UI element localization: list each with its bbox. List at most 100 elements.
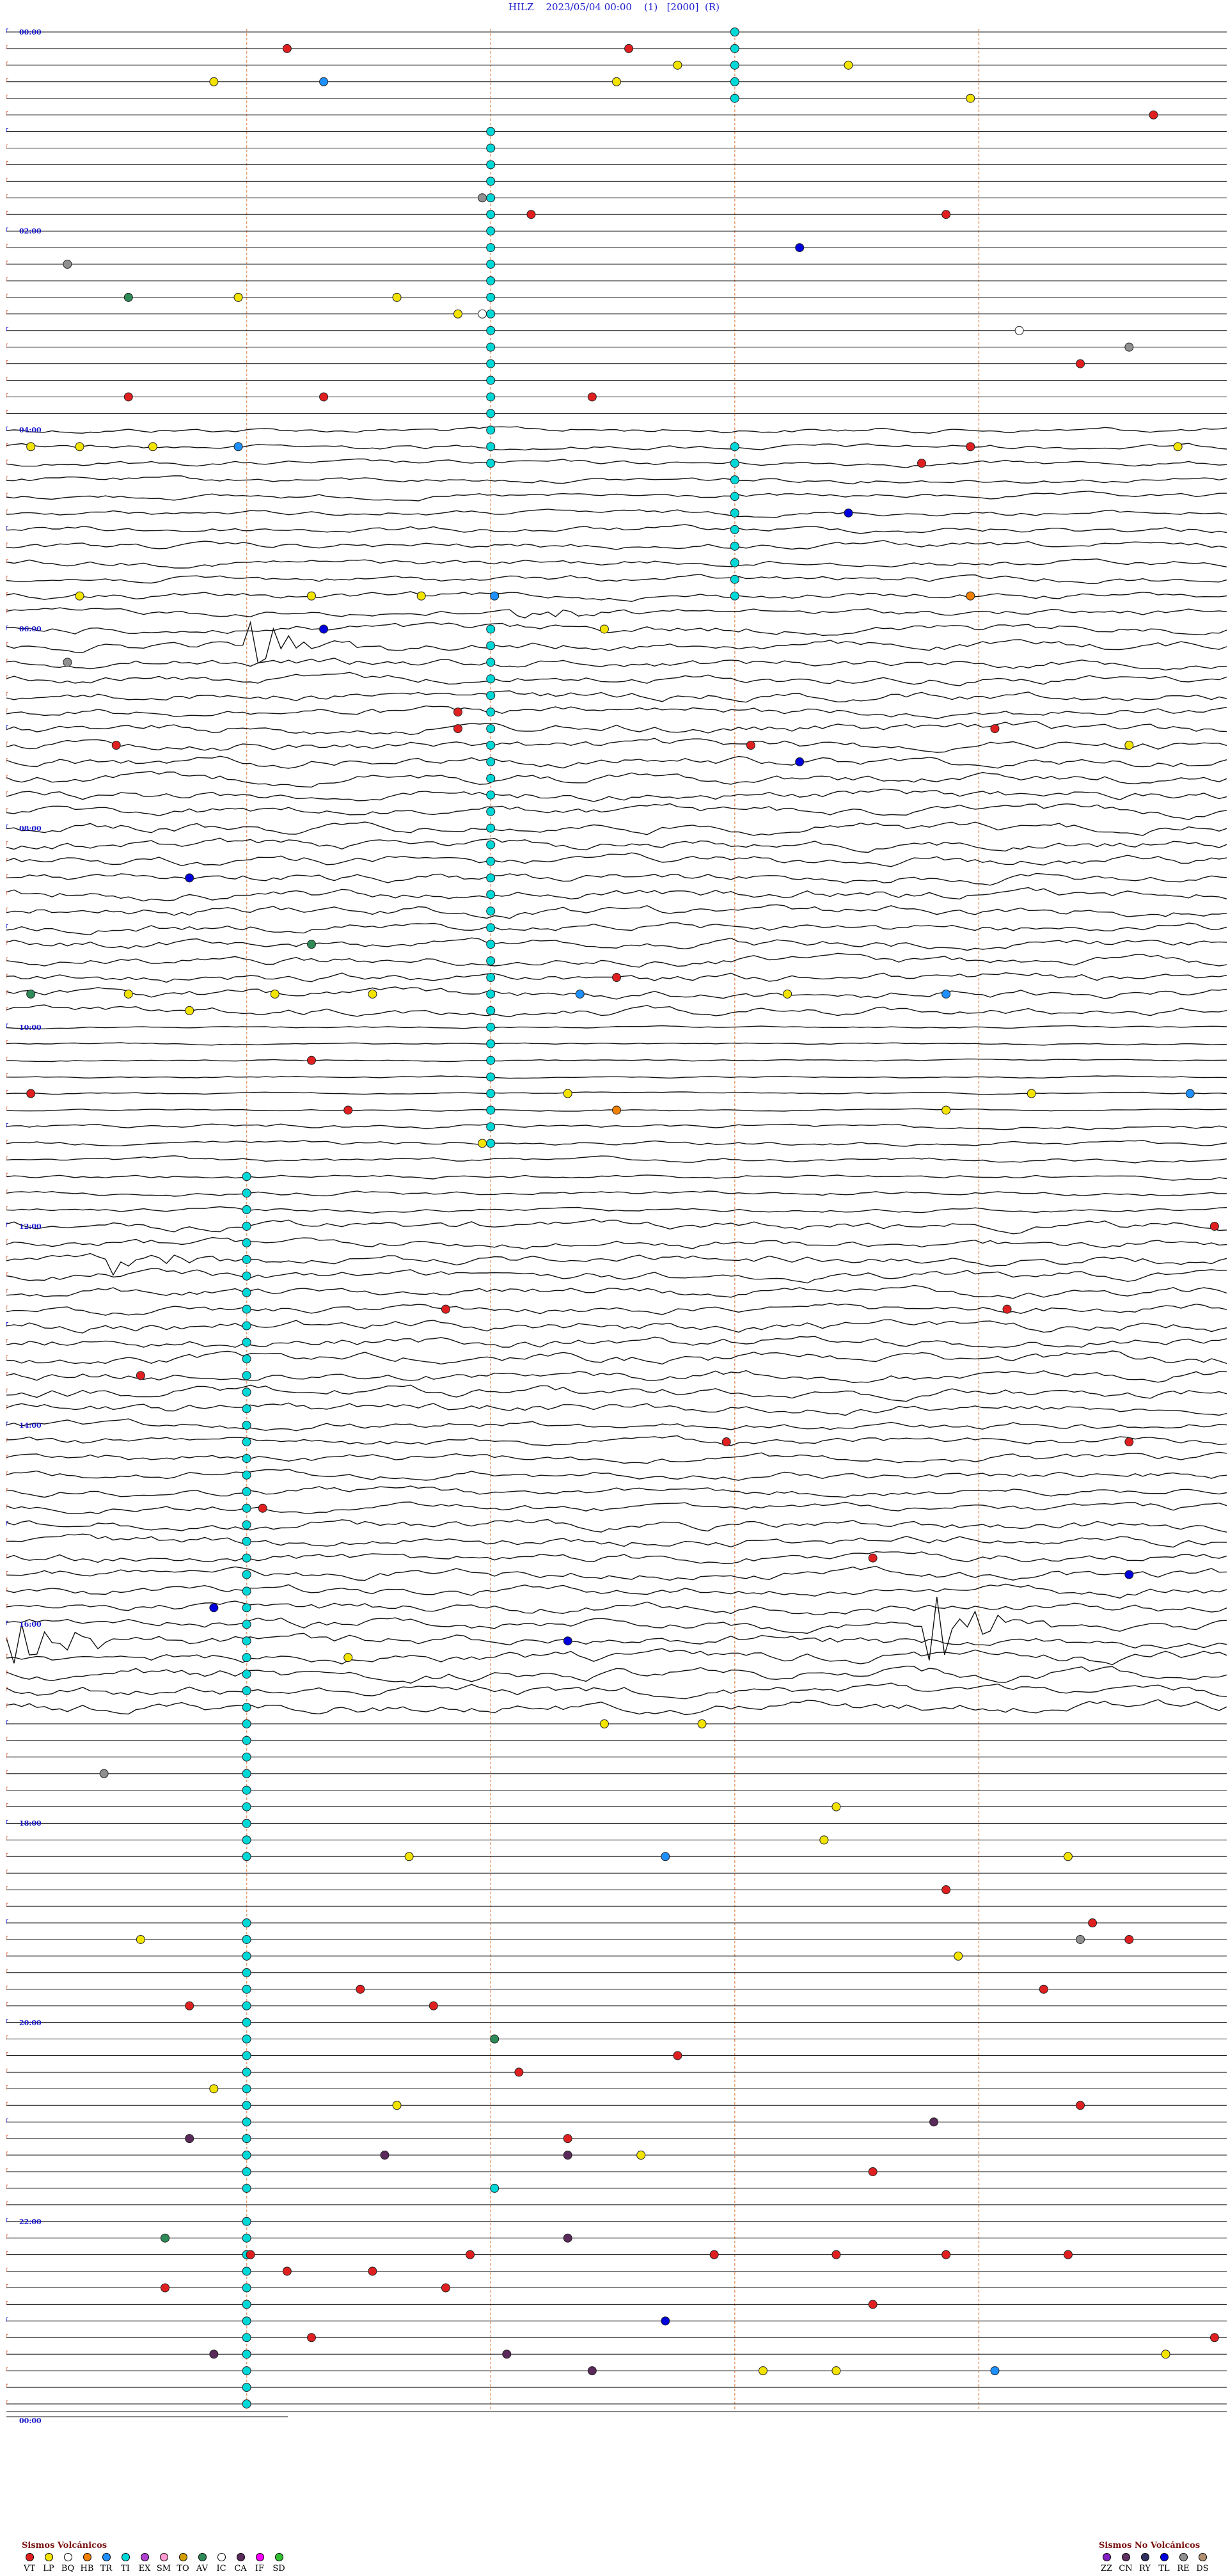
legend-dot bbox=[83, 2553, 91, 2561]
trace-line bbox=[6, 1042, 1227, 1046]
trace-line bbox=[6, 574, 1227, 585]
line-start-tick bbox=[6, 625, 8, 630]
event-marker-lp bbox=[819, 1835, 829, 1845]
event-marker-lp bbox=[758, 2366, 767, 2376]
line-start-tick bbox=[6, 559, 8, 564]
event-marker-ti bbox=[486, 740, 496, 750]
event-marker-ti bbox=[730, 492, 739, 502]
legend-code: VT bbox=[23, 2564, 36, 2573]
event-marker-av bbox=[161, 2233, 170, 2243]
trace-line bbox=[6, 620, 1227, 664]
trace-line bbox=[6, 821, 1227, 836]
legend-code: IC bbox=[216, 2564, 226, 2573]
event-marker-lp bbox=[148, 442, 157, 452]
event-marker-vt bbox=[1076, 359, 1085, 368]
event-marker-re bbox=[1076, 1934, 1085, 1944]
trace-line bbox=[6, 491, 1227, 502]
trace-line bbox=[6, 1501, 1227, 1515]
event-marker-ti bbox=[486, 127, 496, 136]
event-marker-vt bbox=[1076, 2101, 1085, 2110]
event-marker-vt bbox=[356, 1984, 365, 1994]
trace-line bbox=[6, 1665, 1227, 1684]
event-marker-ti bbox=[242, 2233, 251, 2243]
event-marker-ti bbox=[242, 1702, 251, 1712]
event-marker-lp bbox=[209, 2084, 219, 2094]
line-start-tick bbox=[6, 1388, 8, 1393]
trace-line bbox=[6, 558, 1227, 569]
event-marker-vt bbox=[1088, 1918, 1098, 1928]
trace-line bbox=[6, 852, 1227, 867]
event-marker-ti bbox=[486, 658, 496, 667]
event-marker-ti bbox=[242, 2266, 251, 2276]
event-marker-ti bbox=[486, 940, 496, 949]
event-marker-ti bbox=[242, 1653, 251, 1663]
legend-dot bbox=[1179, 2553, 1188, 2561]
event-marker-vt bbox=[466, 2250, 475, 2259]
event-marker-ti bbox=[242, 1968, 251, 1977]
event-marker-ti bbox=[486, 292, 496, 302]
event-marker-ti bbox=[242, 1620, 251, 1629]
event-marker-ti bbox=[730, 508, 739, 518]
event-marker-ti bbox=[242, 1951, 251, 1961]
trace-line bbox=[6, 755, 1227, 769]
legend-dot bbox=[255, 2553, 264, 2561]
event-marker-ti bbox=[486, 973, 496, 983]
event-marker-ti bbox=[242, 1769, 251, 1778]
event-marker-vt bbox=[368, 2266, 377, 2276]
event-marker-ti bbox=[486, 1055, 496, 1065]
trace-line bbox=[6, 1075, 1227, 1079]
line-start-tick bbox=[6, 841, 8, 846]
hour-label: 00:00 bbox=[19, 2416, 42, 2425]
event-marker-vt bbox=[721, 1437, 731, 1447]
event-marker-vt bbox=[990, 724, 1000, 734]
trace-line bbox=[6, 1402, 1227, 1416]
event-marker-tr bbox=[233, 442, 243, 452]
event-marker-hb bbox=[612, 1105, 621, 1115]
event-marker-ti bbox=[242, 1354, 251, 1364]
line-start-tick bbox=[6, 691, 8, 697]
trace-line bbox=[6, 1624, 1227, 1664]
legend-dot bbox=[1121, 2553, 1130, 2561]
event-marker-ti bbox=[242, 2300, 251, 2309]
event-marker-ti bbox=[730, 43, 739, 53]
event-marker-vt bbox=[307, 2333, 316, 2343]
line-start-tick bbox=[6, 1289, 8, 1293]
event-marker-ti bbox=[242, 1503, 251, 1513]
legend-code: AV bbox=[196, 2564, 209, 2573]
event-marker-re bbox=[99, 1769, 109, 1778]
legend-dot bbox=[1140, 2553, 1149, 2561]
legend-code: EX bbox=[138, 2564, 151, 2573]
event-marker-ca bbox=[502, 2350, 512, 2359]
event-marker-lp bbox=[599, 624, 609, 634]
trace-line bbox=[6, 443, 1227, 451]
trace-line bbox=[6, 591, 1227, 603]
event-marker-lp bbox=[270, 989, 279, 999]
event-marker-vt bbox=[941, 1885, 951, 1895]
event-marker-vt bbox=[185, 2001, 194, 2011]
event-marker-re bbox=[478, 193, 487, 203]
event-marker-tl bbox=[844, 508, 853, 518]
event-marker-tr bbox=[990, 2366, 1000, 2376]
event-marker-vt bbox=[1124, 1934, 1134, 1944]
trace-line bbox=[6, 771, 1227, 788]
event-marker-vt bbox=[246, 2250, 255, 2259]
event-marker-ti bbox=[242, 1835, 251, 1845]
trace-line bbox=[6, 720, 1227, 736]
legend-code: HB bbox=[80, 2564, 94, 2573]
legend-volcanic-item: BQ bbox=[60, 2553, 75, 2573]
legend-dot bbox=[1198, 2553, 1207, 2561]
trace-line bbox=[6, 622, 1227, 636]
event-marker-ti bbox=[486, 143, 496, 153]
trace-line bbox=[6, 952, 1227, 968]
event-marker-ti bbox=[242, 1321, 251, 1331]
event-marker-tr bbox=[575, 989, 585, 999]
event-marker-ti bbox=[486, 193, 496, 203]
event-marker-vt bbox=[319, 392, 329, 402]
trace-line bbox=[6, 1435, 1227, 1446]
event-marker-ti bbox=[730, 77, 739, 86]
line-start-tick bbox=[6, 1521, 8, 1526]
event-marker-ti bbox=[242, 1984, 251, 1994]
event-marker-lp bbox=[673, 60, 682, 70]
event-marker-ti bbox=[242, 1437, 251, 1447]
event-marker-vt bbox=[514, 2067, 524, 2077]
